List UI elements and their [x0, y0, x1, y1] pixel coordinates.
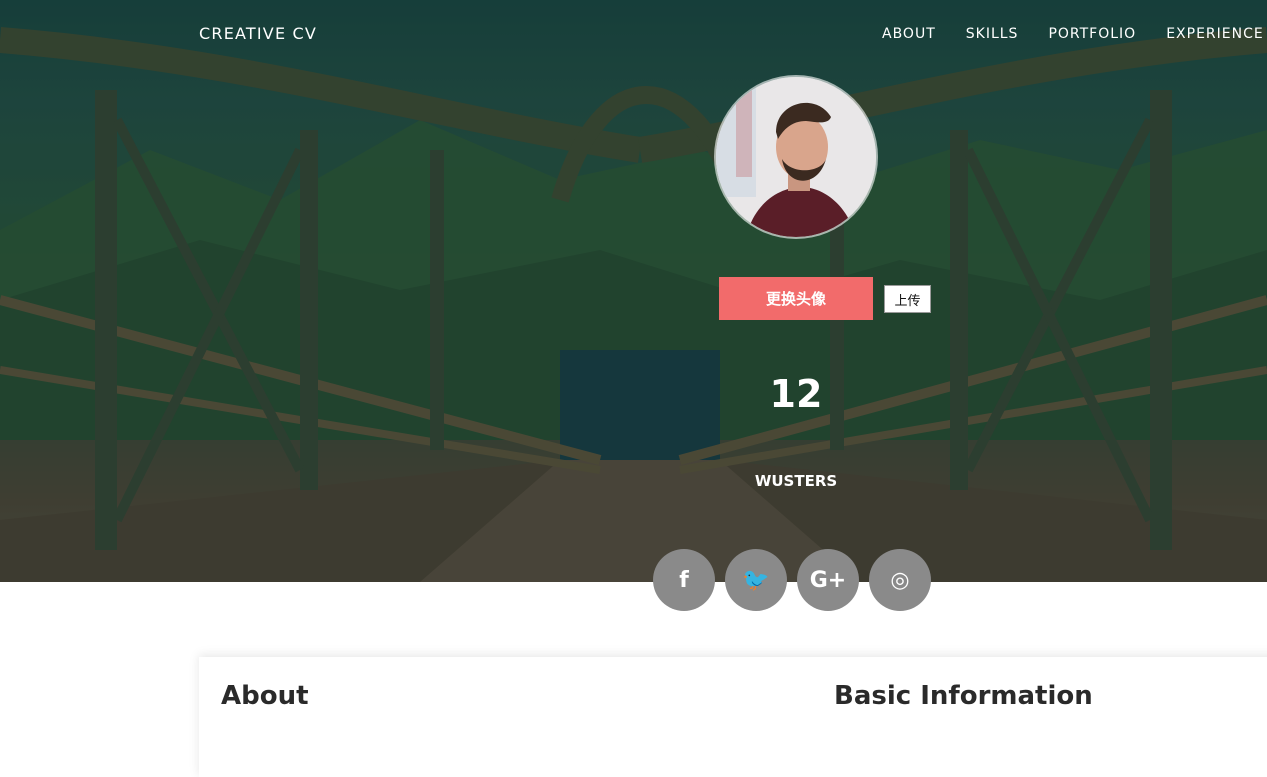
about-title: About	[221, 681, 309, 711]
upload-button[interactable]: 上传	[884, 285, 931, 313]
instagram-glyph: ◎	[890, 567, 910, 593]
avatar-portrait-image	[716, 77, 876, 237]
basic-information-title: Basic Information	[834, 681, 1093, 711]
twitter-icon[interactable]: 🐦	[725, 549, 787, 611]
hero-overlay	[0, 0, 1267, 582]
google-plus-glyph: G+	[809, 567, 847, 593]
nav-portfolio[interactable]: PORTFOLIO	[1048, 26, 1136, 42]
profile-avatar	[716, 77, 876, 237]
instagram-icon[interactable]: ◎	[869, 549, 931, 611]
hero-banner: CREATIVE CV ABOUT SKILLS PORTFOLIO EXPER…	[0, 0, 1267, 582]
nav-about[interactable]: ABOUT	[882, 26, 936, 42]
info-card: About Basic Information	[199, 657, 1267, 777]
follower-count: 12	[769, 372, 823, 416]
top-navigation: ABOUT SKILLS PORTFOLIO EXPERIENCE	[882, 26, 1264, 42]
brand-logo[interactable]: CREATIVE CV	[199, 24, 317, 43]
nav-skills[interactable]: SKILLS	[966, 26, 1019, 42]
twitter-glyph: 🐦	[742, 567, 770, 593]
social-links: f 🐦 G+ ◎	[653, 549, 931, 611]
facebook-glyph: f	[679, 567, 689, 593]
google-plus-icon[interactable]: G+	[797, 549, 859, 611]
nav-experience[interactable]: EXPERIENCE	[1166, 26, 1264, 42]
follower-count-label: WUSTERS	[754, 472, 838, 490]
facebook-icon[interactable]: f	[653, 549, 715, 611]
change-avatar-button[interactable]: 更换头像	[719, 277, 873, 320]
